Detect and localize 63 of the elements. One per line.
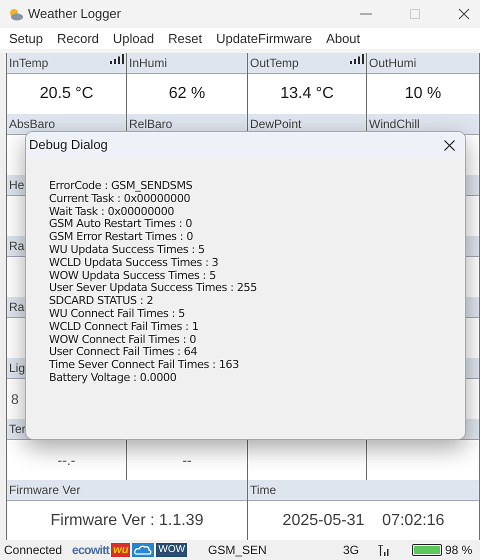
status-message: GSM_SEN [208,542,268,559]
battery-icon [412,544,442,556]
signal-icon [350,54,364,64]
sensor-value: -- [182,450,192,470]
weather-app-icon [8,7,24,21]
sensor-label: WindChill [369,116,420,133]
debug-line: Wait Task : 0x00000000 [49,206,176,218]
debug-line: GSM Error Restart Times : 0 [49,231,194,244]
debug-line: GSM Auto Restart Times : 0 [49,218,194,232]
debug-line: WCLD Updata Success Times : 3 [49,256,220,270]
sensor-label: Ra [9,238,24,255]
sensor-value: --.- [58,450,76,470]
sensor-label: RelBaro [129,116,172,133]
debug-line: Time Sever Connect Fail Times : 163 [49,359,240,372]
sensor-label: Ter [9,421,26,438]
wow-logo: WOW [156,543,188,557]
sensor-value: 20.5 °C [40,84,94,104]
menu-item[interactable]: Upload [112,28,154,48]
wu-logo: wu [111,543,130,557]
debug-line: WOW Updata Success Times : 5 [49,270,217,282]
minimize-icon[interactable] [360,13,372,15]
close-icon[interactable] [444,140,455,150]
sensor-label: AbsBaro [9,116,56,133]
sensor-label: DewPoint [250,116,302,133]
dialog-title: Debug Dialog [29,136,108,154]
close-icon[interactable] [458,8,470,20]
sensor-label: OutTemp [250,55,299,72]
debug-line: User Sever Updata Success Times : 255 [49,282,258,296]
section-label: Firmware Ver [9,482,80,499]
sensor-label: InHumi [129,55,168,72]
battery-percent: 98 % [445,542,472,559]
debug-line: WU Updata Success Times : 5 [49,244,206,257]
menu-item[interactable]: About [326,28,360,48]
debug-line: Current Task : 0x00000000 [49,192,190,206]
menu-item[interactable]: Record [56,28,99,48]
window-title: Weather Logger [28,5,121,24]
sensor-label: Lig [9,360,26,377]
debug-line: WOW Connect Fail Times : 0 [49,334,198,346]
menu-item[interactable]: Reset [168,28,202,48]
debug-line: WCLD Connect Fail Times : 1 [49,320,200,334]
sensor-value: 13.4 °C [280,84,334,104]
menu-item[interactable]: UpdateFirmware [216,28,312,48]
ecowitt-logo: ecowitt [72,544,110,556]
debug-line: ErrorCode : GSM_SENDSMS [49,180,194,193]
section-label: Time [250,482,276,499]
sensor-value: 62 % [168,84,206,104]
signal-icon [110,54,124,64]
sensor-label: OutHumi [369,55,416,72]
debug-line: User Connect Fail Times : 64 [49,346,198,360]
connection-status: Connected [4,542,64,559]
sensor-label: He [9,177,24,194]
debug-line: WU Connect Fail Times : 5 [49,308,186,321]
debug-line: SDCARD STATUS : 2 [49,295,154,308]
firmware-version: Firmware Ver : 1.1.39 [50,510,204,530]
sensor-value: 10 % [404,84,442,104]
cloud-logo [132,543,154,557]
network-type: 3G [343,542,360,559]
menu-item[interactable]: Setup [9,28,43,48]
date-time: 2025-05-31 07:02:16 [282,510,444,530]
sensor-label: Ra [9,299,24,316]
debug-line: Battery Voltage : 0.0000 [49,372,178,385]
sensor-value: 8 [11,390,19,408]
sensor-label: InTemp [9,55,48,72]
